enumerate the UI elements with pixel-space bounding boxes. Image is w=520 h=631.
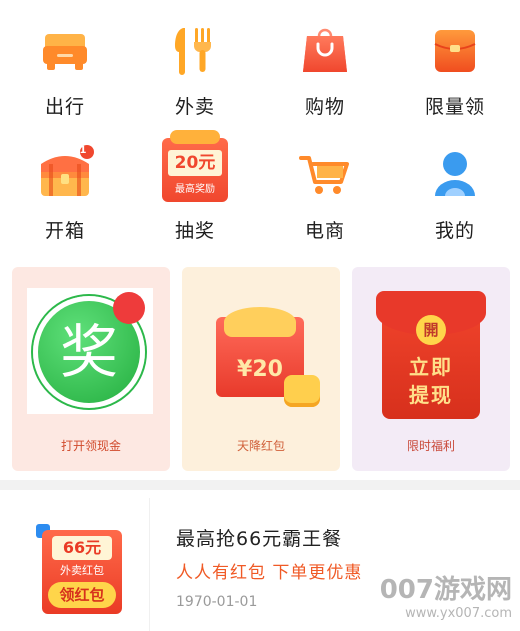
- grid-item-limited[interactable]: 限量领: [390, 0, 520, 120]
- lottery-prize-caption: 最高奖励: [175, 184, 215, 195]
- watermark-line1: 007游戏网: [379, 575, 512, 605]
- card-label: 打开领现金: [60, 439, 121, 453]
- thumb-amount: 66元: [52, 536, 112, 560]
- grid-item-label: 出行: [44, 96, 85, 118]
- grid-item-label: 抽奖: [174, 220, 215, 242]
- lottery-icon: 20元 最高奖励: [162, 130, 228, 202]
- red-dot: [113, 292, 145, 324]
- promo-title: 最高抢66元霸王餐: [176, 528, 343, 550]
- cash-out-envelope-icon: 開 立即 提现: [376, 291, 486, 419]
- coin-stack-icon: [284, 375, 320, 407]
- car-icon: [43, 34, 87, 70]
- promo-date: 1970-01-01: [176, 594, 258, 610]
- grid-item-label: 限量领: [424, 96, 485, 118]
- grid-item-takeout[interactable]: 外卖: [130, 0, 260, 120]
- grid-item-lottery[interactable]: 20元 最高奖励 抽奖: [130, 124, 260, 244]
- thumb-caption: 外卖红包: [60, 564, 104, 577]
- grid-item-unbox[interactable]: 1 开箱: [0, 124, 130, 244]
- grid-item-label: 电商: [304, 220, 345, 242]
- promo-thumbnail: 66元 外卖红包 领红包: [12, 498, 150, 631]
- watermark: 007游戏网 www.yx007.com: [380, 569, 512, 621]
- fork-knife-icon: [175, 28, 211, 75]
- shopping-bag-icon: [303, 28, 347, 72]
- shopping-cart-icon: [299, 156, 349, 194]
- thumb-button: 领红包: [48, 582, 116, 608]
- grid-item-label: 外卖: [174, 96, 215, 118]
- grid-item-shopping[interactable]: 购物: [260, 0, 390, 120]
- grid-item-label: 我的: [434, 220, 475, 242]
- card-open-cash[interactable]: 奖 打开领现金: [12, 267, 170, 471]
- lottery-prize-amount: 20元: [168, 150, 222, 176]
- envelope-line2: 提现: [409, 383, 453, 407]
- prize-badge: 奖: [27, 288, 153, 414]
- promo-cards: 奖 打开领现金 ¥20 天降红包 開 立即 提现 限时福利: [0, 258, 520, 480]
- grid-item-mine[interactable]: 我的: [390, 124, 520, 244]
- seal-glyph: 開: [416, 315, 446, 345]
- red-envelope-icon: [434, 30, 476, 72]
- grid-item-travel[interactable]: 出行: [0, 0, 130, 120]
- card-label: 天降红包: [236, 439, 285, 453]
- grid-item-label: 开箱: [44, 220, 85, 242]
- grid-item-label: 购物: [304, 96, 345, 118]
- card-red-rain[interactable]: ¥20 天降红包: [182, 267, 340, 471]
- promo-subtitle: 人人有红包 下单更优惠: [176, 563, 363, 583]
- feature-grid: 出行 外卖 购物 限量领 1 开箱 20元 最高奖励 抽奖 电商 我的: [0, 0, 520, 250]
- envelope-line1: 立即: [409, 355, 453, 379]
- user-icon: [435, 152, 475, 196]
- card-label: 限时福利: [406, 439, 455, 453]
- section-divider: [0, 480, 520, 490]
- watermark-line2: www.yx007.com: [405, 606, 512, 621]
- card-limited-benefit[interactable]: 開 立即 提现 限时福利: [352, 267, 510, 471]
- notification-badge: 1: [79, 145, 87, 156]
- grid-item-ecommerce[interactable]: 电商: [260, 124, 390, 244]
